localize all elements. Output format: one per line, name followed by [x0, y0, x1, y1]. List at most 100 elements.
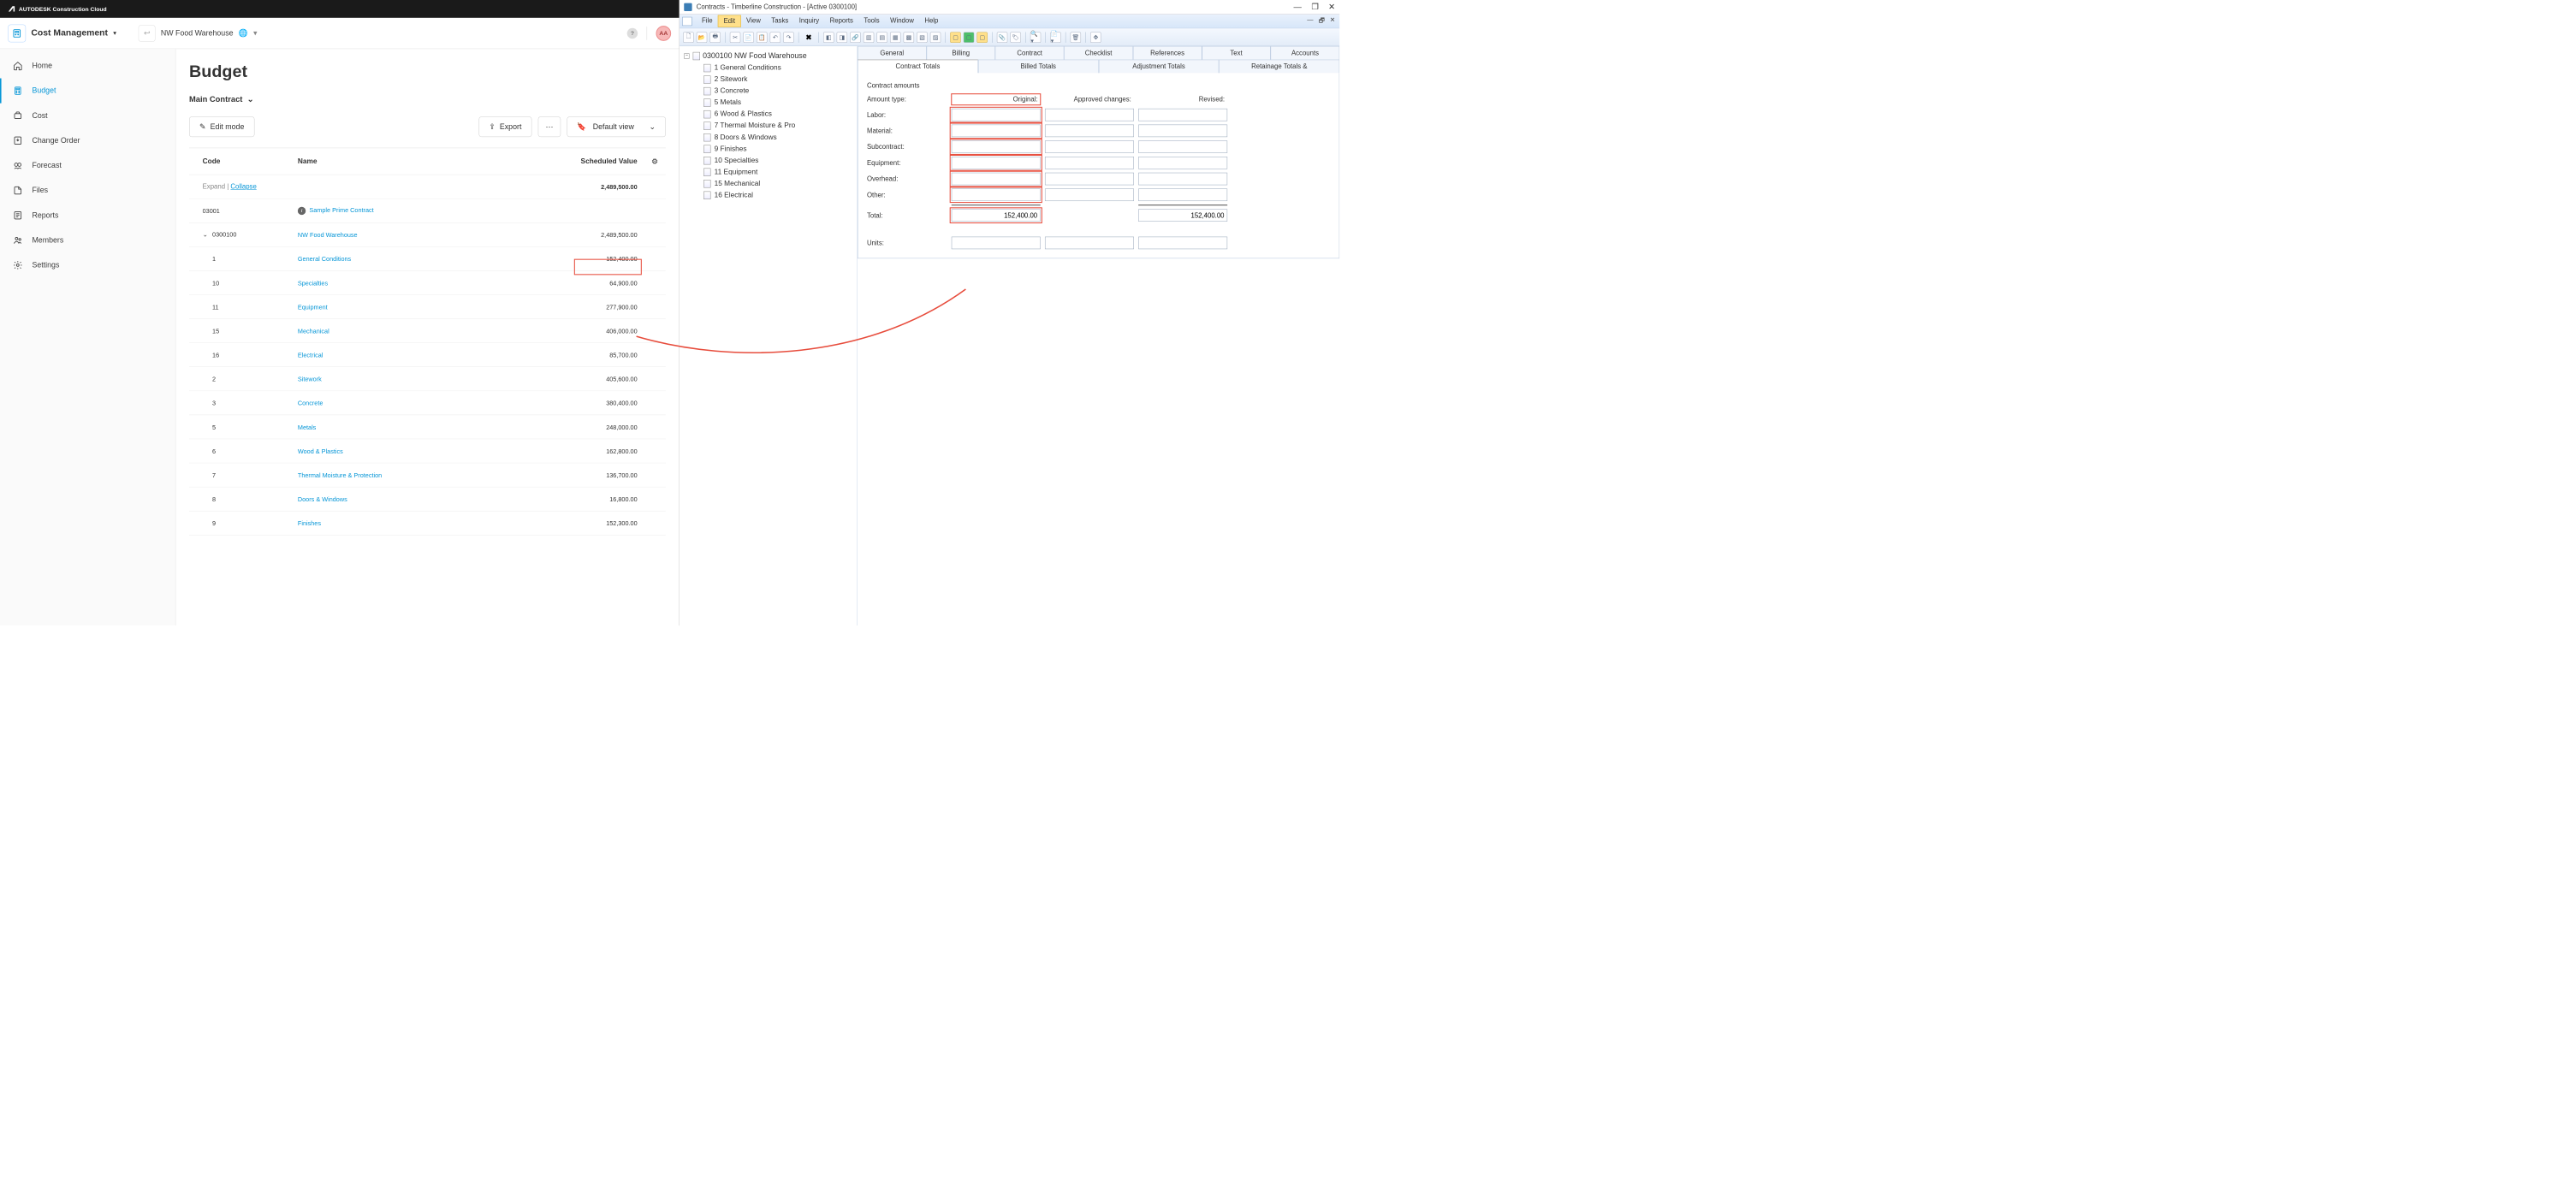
sidebar-item-home[interactable]: Home [0, 53, 175, 78]
subtab-contract-totals[interactable]: Contract Totals [858, 60, 978, 74]
row-name[interactable]: Equipment [292, 303, 528, 310]
table-row[interactable]: 10Specialties64,900.00 [189, 271, 666, 295]
tool-1-icon[interactable]: ◧ [823, 32, 834, 42]
sidebar-item-settings[interactable]: Settings [0, 252, 175, 277]
maximize-button[interactable]: ❐ [1311, 3, 1318, 12]
table-row[interactable]: 03001iSample Prime Contract [189, 199, 666, 222]
tree-item[interactable]: 1 General Conditions [681, 62, 855, 74]
search-icon[interactable]: 🔍▾ [1030, 32, 1041, 42]
table-row[interactable]: 15Mechanical406,000.00 [189, 319, 666, 343]
sidebar-item-forecast[interactable]: Forecast [0, 153, 175, 178]
table-row[interactable]: 3Concrete380,400.00 [189, 391, 666, 415]
collapse-link[interactable]: Collapse [230, 183, 256, 191]
close-button[interactable]: ✕ [1328, 3, 1335, 12]
chevron-down-icon[interactable]: ⌄ [203, 231, 210, 239]
sidebar-item-budget[interactable]: Budget [0, 79, 175, 104]
tool-5-icon[interactable]: ▦ [890, 32, 900, 42]
link-icon[interactable]: 🔗 [850, 32, 860, 42]
tree-expander-icon[interactable]: − [684, 53, 689, 58]
tab-text[interactable]: Text [1202, 46, 1270, 60]
menu-inquiry[interactable]: Inquiry [793, 15, 824, 27]
mdi-minimize[interactable]: — [1307, 15, 1313, 26]
trash-icon[interactable]: 🗑 [1071, 32, 1081, 42]
more-button[interactable]: ⋯ [538, 116, 561, 137]
undo-icon[interactable]: ↶ [770, 32, 781, 42]
row-name[interactable]: NW Food Warehouse [292, 231, 528, 238]
row-name[interactable]: Finishes [292, 519, 528, 526]
sidebar-item-members[interactable]: Members [0, 228, 175, 252]
sidebar-item-change-order[interactable]: Change Order [0, 128, 175, 153]
original-input[interactable] [952, 173, 1041, 186]
tab-references[interactable]: References [1133, 46, 1202, 60]
export-button[interactable]: ⇪ Export [478, 116, 531, 137]
menu-reports[interactable]: Reports [824, 15, 858, 27]
sidebar-item-files[interactable]: Files [0, 178, 175, 203]
row-name[interactable]: iSample Prime Contract [292, 206, 528, 215]
help-pointer-icon[interactable]: ⯑ [1090, 32, 1101, 42]
mdi-close[interactable]: ✕ [1330, 15, 1335, 26]
tree-item[interactable]: 15 Mechanical [681, 178, 855, 190]
table-row[interactable]: 6Wood & Plastics162,800.00 [189, 439, 666, 463]
chevron-down-icon[interactable]: ▾ [253, 29, 257, 38]
revised-input[interactable] [1138, 157, 1227, 169]
minimize-button[interactable]: — [1294, 3, 1302, 12]
row-name[interactable]: Wood & Plastics [292, 447, 528, 454]
approved-input[interactable] [1045, 109, 1134, 121]
table-row[interactable]: 1General Conditions152,400.00 [189, 247, 666, 271]
revised-input[interactable] [1138, 140, 1227, 153]
original-input[interactable] [952, 109, 1041, 121]
revised-total[interactable] [1138, 209, 1227, 222]
revised-input[interactable] [1138, 188, 1227, 201]
tool-3-icon[interactable]: ▥ [864, 32, 874, 42]
highlight-1-icon[interactable]: ▢ [950, 32, 960, 42]
doc-dd-icon[interactable]: 📄▾ [1050, 32, 1060, 42]
avatar[interactable]: AA [656, 26, 671, 41]
info-icon[interactable]: i [298, 207, 306, 215]
tree-item[interactable]: 6 Wood & Plastics [681, 109, 855, 121]
table-row[interactable]: 7Thermal Moisture & Protection136,700.00 [189, 463, 666, 487]
table-settings-button[interactable]: ⚙ [644, 157, 666, 165]
row-name[interactable]: Mechanical [292, 327, 528, 334]
original-input[interactable] [952, 140, 1041, 153]
redo-icon[interactable]: ↷ [783, 32, 793, 42]
subtab-billed-totals[interactable]: Billed Totals [978, 60, 1099, 74]
project-name[interactable]: NW Food Warehouse [161, 29, 234, 38]
table-row[interactable]: ⌄0300100NW Food Warehouse2,489,500.00 [189, 223, 666, 247]
delete-icon[interactable]: ✖ [804, 32, 814, 42]
units-approved[interactable] [1045, 237, 1134, 250]
units-revised[interactable] [1138, 237, 1227, 250]
row-name[interactable]: Doors & Windows [292, 495, 528, 502]
tool-6-icon[interactable]: ▩ [904, 32, 914, 42]
sidebar-item-cost[interactable]: Cost [0, 104, 175, 128]
tree-item[interactable]: 7 Thermal Moisture & Pro [681, 120, 855, 132]
subtab-adjustment-totals[interactable]: Adjustment Totals [1099, 60, 1220, 74]
cut-icon[interactable]: ✂ [730, 32, 740, 42]
tool-4-icon[interactable]: ▤ [876, 32, 887, 42]
new-icon[interactable]: 🗋 [683, 32, 693, 42]
table-row[interactable]: 2Sitework405,600.00 [189, 367, 666, 391]
row-name[interactable]: Specialties [292, 279, 528, 286]
table-row[interactable]: 8Doors & Windows16,800.00 [189, 487, 666, 511]
expand-link[interactable]: Expand [203, 183, 225, 191]
units-original[interactable] [952, 237, 1041, 250]
approved-input[interactable] [1045, 157, 1134, 169]
tree-item[interactable]: 11 Equipment [681, 166, 855, 178]
mdi-restore[interactable]: 🗗 [1319, 15, 1325, 26]
copy-icon[interactable]: 📄 [743, 32, 753, 42]
table-row[interactable]: 11Equipment277,900.00 [189, 295, 666, 319]
original-input[interactable] [952, 157, 1041, 169]
tree-item[interactable]: 16 Electrical [681, 190, 855, 202]
original-input[interactable] [952, 125, 1041, 138]
revised-input[interactable] [1138, 109, 1227, 121]
row-name[interactable]: Electrical [292, 352, 528, 359]
approved-input[interactable] [1045, 173, 1134, 186]
label-icon[interactable]: 🏷 [1010, 32, 1020, 42]
approved-input[interactable] [1045, 188, 1134, 201]
menu-view[interactable]: View [741, 15, 766, 27]
original-input[interactable] [952, 188, 1041, 201]
approved-input[interactable] [1045, 125, 1134, 138]
tool-8-icon[interactable]: ▨ [930, 32, 941, 42]
menu-tools[interactable]: Tools [858, 15, 885, 27]
tab-contract[interactable]: Contract [995, 46, 1064, 60]
help-button[interactable]: ? [627, 28, 638, 39]
